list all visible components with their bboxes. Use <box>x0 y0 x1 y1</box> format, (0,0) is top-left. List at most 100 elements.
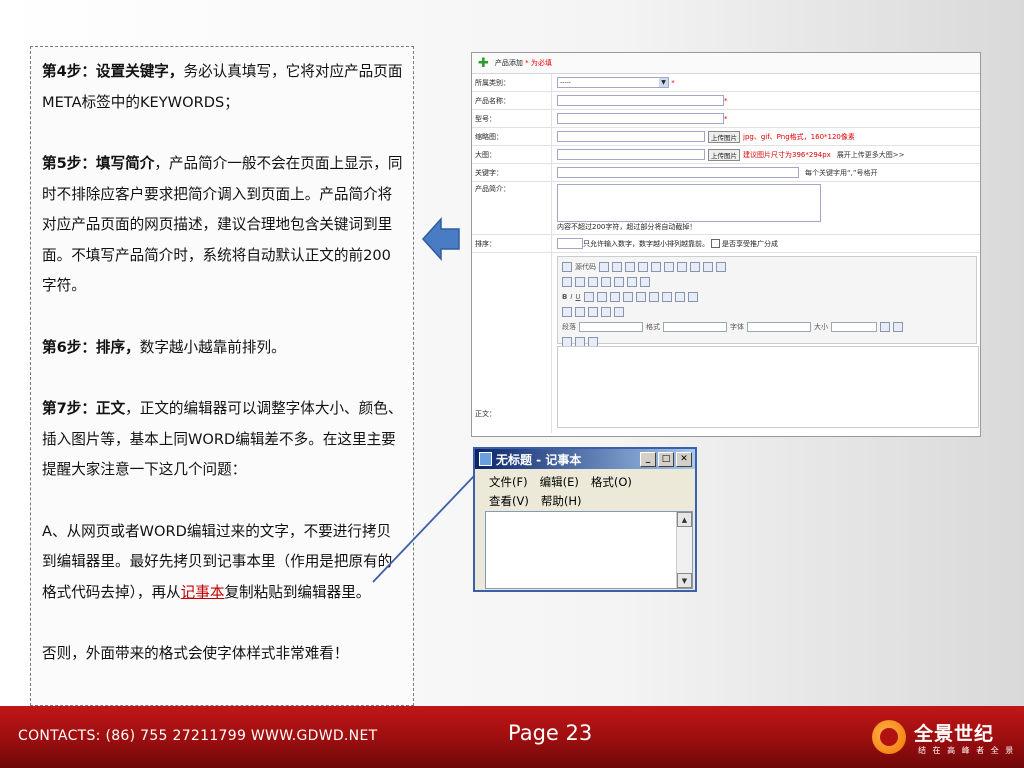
close-icon[interactable]: ✕ <box>676 451 692 467</box>
keywords-input[interactable] <box>557 167 799 178</box>
maximize-icon[interactable] <box>562 336 572 347</box>
size-select[interactable] <box>831 321 877 332</box>
indent-icon[interactable] <box>609 291 620 302</box>
form-header-title: 产品添加 <box>494 59 523 67</box>
scroll-down-icon[interactable]: ▼ <box>677 573 692 588</box>
source-icon[interactable] <box>562 261 572 272</box>
textfield-icon[interactable] <box>601 276 611 287</box>
chevron-down-icon: ▼ <box>659 78 668 87</box>
body-label: 正文： <box>472 253 552 433</box>
form-required-note: * 为必填 <box>525 59 552 67</box>
product-add-form-screenshot: ✚ 产品添加 * 为必填 所属类别： ----- ▼ * 产品名称： * 型号： … <box>471 52 981 437</box>
undo-icon[interactable] <box>690 261 700 272</box>
notepad-titlebar[interactable]: 无标题 - 记事本 _ □ ✕ <box>475 449 695 469</box>
text-color-icon[interactable] <box>880 321 890 332</box>
redo-icon[interactable] <box>703 261 713 272</box>
share-checkbox[interactable] <box>711 239 720 248</box>
select-icon[interactable] <box>627 276 637 287</box>
step5-title: 第5步：填写简介 <box>42 155 155 172</box>
smiley-icon[interactable] <box>601 306 611 317</box>
checkbox-icon[interactable] <box>575 276 585 287</box>
anchor-icon[interactable] <box>687 291 698 302</box>
align-right-icon[interactable] <box>661 291 672 302</box>
menu-help[interactable]: 帮助(H) <box>541 494 582 508</box>
image-icon[interactable] <box>562 276 572 287</box>
category-label: 所属类别： <box>472 74 552 91</box>
slide: 第4步：设置关键字，务必认真填写，它将对应产品页面META标签中的KEYWORD… <box>0 0 1024 768</box>
notepad-link[interactable]: 记事本 <box>181 584 225 601</box>
left-arrow-icon <box>421 217 460 261</box>
notepad-scrollbar[interactable]: ▲ ▼ <box>676 512 692 588</box>
share-label: 是否享受推广分成 <box>722 239 778 248</box>
model-input[interactable] <box>557 113 724 124</box>
align-center-icon[interactable] <box>648 291 659 302</box>
notepad-title: 无标题 - 记事本 <box>496 452 582 467</box>
source-button[interactable]: 源代码 <box>575 262 596 272</box>
thumb-hint: jpg、gif、Png格式，160*120像素 <box>743 132 855 141</box>
para-select[interactable] <box>579 321 643 332</box>
minimize-icon[interactable]: _ <box>640 451 656 467</box>
link-icon[interactable] <box>674 291 685 302</box>
help-icon[interactable] <box>588 336 598 347</box>
strike-icon[interactable] <box>583 291 594 302</box>
bigimg-expand-link[interactable]: 展开上传更多大图>> <box>837 150 905 160</box>
editor-body[interactable] <box>557 346 979 428</box>
sort-label: 排序： <box>472 235 552 252</box>
cut-icon[interactable] <box>638 261 648 272</box>
flash-icon[interactable] <box>575 306 585 317</box>
intro-row: 产品简介： 内容不超过200字符，超过部分将自动截掉！ <box>472 182 980 235</box>
intro-label: 产品简介： <box>472 182 552 234</box>
list-icon[interactable] <box>596 291 607 302</box>
show-blocks-icon[interactable] <box>575 336 585 347</box>
button-icon[interactable] <box>640 276 650 287</box>
intro-textarea[interactable] <box>557 184 821 222</box>
name-input[interactable] <box>557 95 724 106</box>
sort-input[interactable] <box>557 238 583 249</box>
notepad-textarea[interactable]: ▲ ▼ <box>485 511 693 589</box>
copy-icon[interactable] <box>651 261 661 272</box>
maximize-window-icon[interactable]: □ <box>658 451 674 467</box>
step6-body: 数字越小越靠前排列。 <box>139 338 286 356</box>
point-a-paragraph: A、从网页或者WORD编辑过来的文字，不要进行拷贝到编辑器里。最好先拷贝到记事本… <box>42 517 403 609</box>
align-left-icon[interactable] <box>635 291 646 302</box>
step5-body: ，产品简介一般不会在页面上显示，同时不排除应客户要求把简介调入到页面上。产品简介… <box>42 155 403 294</box>
menu-view[interactable]: 查看(V) <box>489 494 529 508</box>
keywords-note: 每个关键字用“,”号格开 <box>805 168 878 177</box>
body-row: 正文： 源代码 BIU 段落 格式 字体 大小 <box>472 253 980 433</box>
menu-format[interactable]: 格式(O) <box>591 475 632 489</box>
table-icon[interactable] <box>588 306 598 317</box>
form-header: ✚ 产品添加 * 为必填 <box>472 53 980 74</box>
save-icon[interactable] <box>599 261 609 272</box>
page-number: Page 23 <box>508 721 593 745</box>
menu-edit[interactable]: 编辑(E) <box>540 475 579 489</box>
thumb-input[interactable] <box>557 131 705 142</box>
underline-icon[interactable]: U <box>575 293 580 301</box>
keywords-label: 关键字： <box>472 164 552 181</box>
new-page-icon[interactable] <box>612 261 622 272</box>
quote-icon[interactable] <box>622 291 633 302</box>
logo-slogan: 结 在 高 峰 者 全 景 <box>918 746 1016 755</box>
print-icon[interactable] <box>677 261 687 272</box>
notepad-menubar: 文件(F) 编辑(E) 格式(O) 查看(V) 帮助(H) <box>475 469 695 511</box>
warning-text: 否则，外面带来的格式会使字体样式非常难看！ <box>42 645 349 662</box>
font-select[interactable] <box>747 321 811 332</box>
italic-icon[interactable]: I <box>570 293 572 301</box>
find-icon[interactable] <box>716 261 726 272</box>
paste-icon[interactable] <box>664 261 674 272</box>
image2-icon[interactable] <box>562 306 572 317</box>
menu-file[interactable]: 文件(F) <box>489 475 528 489</box>
thumb-upload-button[interactable]: 上传图片 <box>708 130 740 143</box>
bigimg-upload-button[interactable]: 上传图片 <box>708 148 740 161</box>
textarea-icon[interactable] <box>614 276 624 287</box>
bigimg-input[interactable] <box>557 149 705 160</box>
scroll-up-icon[interactable]: ▲ <box>677 512 692 527</box>
bold-icon[interactable]: B <box>562 293 567 301</box>
size-label: 大小 <box>814 322 828 331</box>
special-char-icon[interactable] <box>614 306 624 317</box>
notepad-window: 无标题 - 记事本 _ □ ✕ 文件(F) 编辑(E) 格式(O) 查看(V) 帮助(… <box>473 447 697 592</box>
category-select[interactable]: ----- ▼ <box>557 77 669 88</box>
format-select[interactable] <box>663 321 727 332</box>
preview-icon[interactable] <box>625 261 635 272</box>
bg-color-icon[interactable] <box>893 321 903 332</box>
radio-icon[interactable] <box>588 276 598 287</box>
